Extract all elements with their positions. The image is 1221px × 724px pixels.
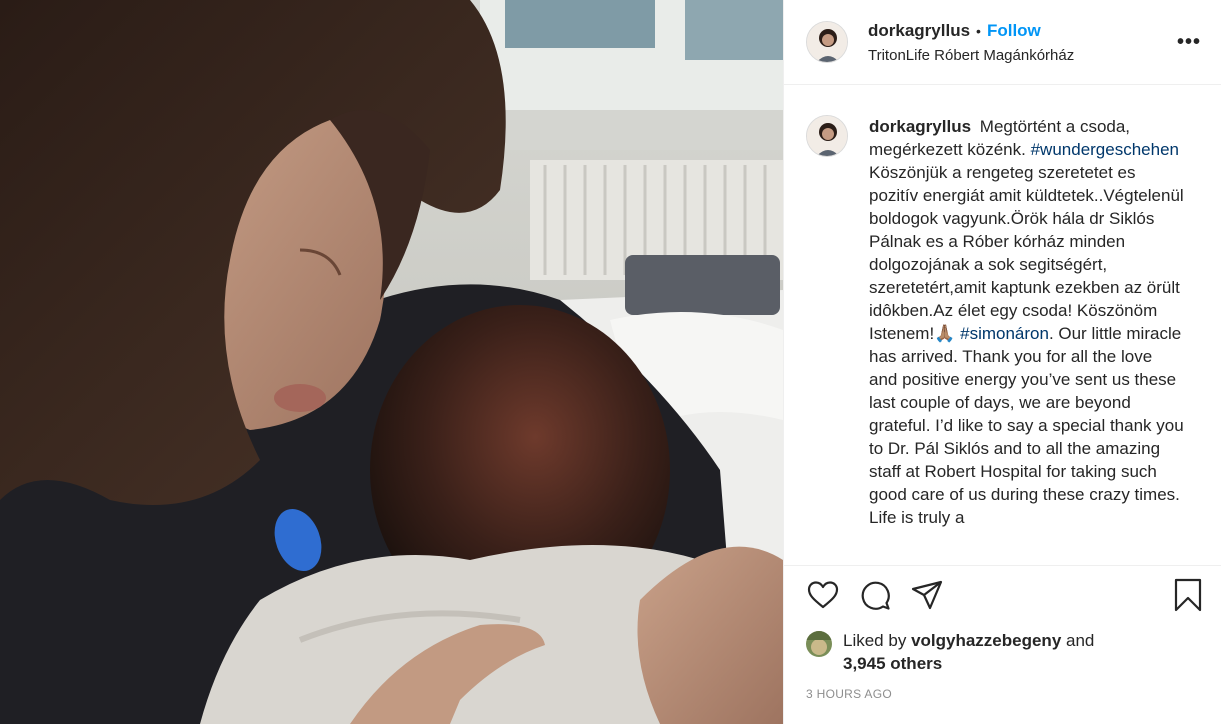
author-username[interactable]: dorkagryllus [868,21,970,41]
header-text: dorkagryllus • Follow TritonLife Róbert … [868,21,1173,64]
share-button[interactable] [910,578,944,612]
action-bar [784,565,1221,623]
likes-text: Liked by volgyhazzebegeny and 3,945 othe… [843,629,1094,675]
likes-count[interactable]: 3,945 others [843,654,942,673]
post-location[interactable]: TritonLife Róbert Magánkórház [868,47,1173,64]
like-button[interactable] [806,578,840,612]
bookmark-icon [1174,578,1202,611]
photo-illustration [0,0,783,724]
follow-button[interactable]: Follow [987,21,1041,41]
author-avatar[interactable] [806,21,848,63]
caption-author-avatar[interactable] [806,115,848,157]
hashtag-link[interactable]: #wundergeschehen [1031,140,1179,159]
caption-text-3: . Our little miracle has arrived. Thank … [869,324,1184,527]
post-header: dorkagryllus • Follow TritonLife Róbert … [784,0,1221,85]
comment-icon [861,581,890,610]
post-caption: dorkagryllus Megtörtént a csoda, megérke… [869,115,1185,565]
caption-text-2: Köszönjük a rengeteg szeretetet es pozit… [869,163,1184,343]
post-side-panel: dorkagryllus • Follow TritonLife Róbert … [783,0,1221,724]
heart-icon [807,580,839,608]
likes-summary: Liked by volgyhazzebegeny and 3,945 othe… [784,623,1221,675]
post-photo[interactable] [0,0,783,724]
save-button[interactable] [1171,578,1205,612]
header-title-row: dorkagryllus • Follow [868,21,1173,41]
post-timestamp[interactable]: 3 HOURS AGO [784,675,1221,701]
liker-username[interactable]: volgyhazzebegeny [911,631,1061,650]
paper-plane-icon [911,580,943,609]
likes-and: and [1066,631,1095,650]
likes-prefix: Liked by [843,631,907,650]
liker-avatar[interactable] [806,631,832,657]
hashtag-link[interactable]: #simonáron [960,324,1049,343]
header-separator: • [976,22,981,39]
instagram-post: dorkagryllus • Follow TritonLife Róbert … [0,0,1221,724]
comments-section: dorkagryllus Megtörtént a csoda, megérke… [784,85,1221,565]
caption-username[interactable]: dorkagryllus [869,117,971,136]
comment-button[interactable] [858,578,892,612]
more-options-icon[interactable]: ••• [1173,32,1205,52]
